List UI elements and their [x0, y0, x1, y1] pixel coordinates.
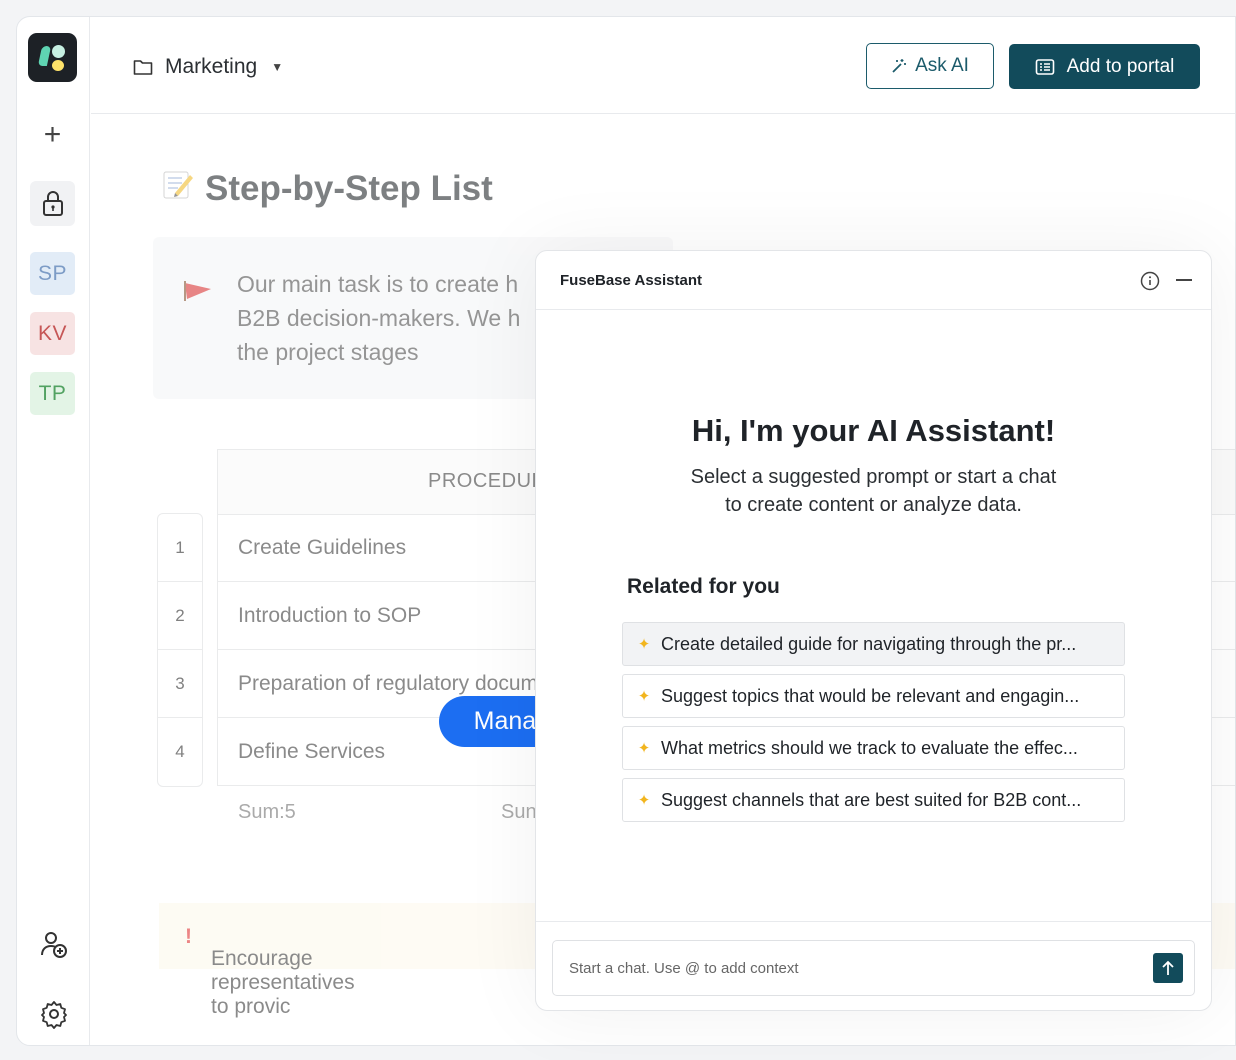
lock-icon[interactable]: [30, 181, 75, 226]
avatar-sp[interactable]: SP: [30, 252, 75, 295]
row-number: 2: [158, 582, 202, 650]
table-header-procedure: PROCEDUR: [428, 470, 547, 492]
ask-ai-button[interactable]: Ask AI: [866, 43, 994, 89]
sparkle-icon: ✦: [637, 740, 651, 757]
assistant-subtitle: Select a suggested prompt or start a cha…: [536, 463, 1211, 519]
page-title-text: Step-by-Step List: [205, 168, 493, 208]
suggestion-text: What metrics should we track to evaluate…: [661, 737, 1078, 758]
table-sum-2: Sun: [501, 801, 537, 823]
avatar-tp[interactable]: TP: [30, 372, 75, 415]
table-sum: Sum:5: [238, 801, 296, 823]
callout-line-2: B2B decision-makers. We h: [237, 305, 521, 331]
chat-placeholder: Start a chat. Use @ to add context: [569, 959, 799, 977]
exclamation-icon: !: [185, 925, 192, 948]
assistant-title: FuseBase Assistant: [560, 272, 703, 289]
portal-icon: [1035, 58, 1054, 75]
suggestion-item[interactable]: ✦ Create detailed guide for navigating t…: [622, 622, 1125, 666]
assistant-header: FuseBase Assistant: [536, 251, 1211, 310]
callout-line-3: the project stages: [237, 339, 419, 365]
gear-icon[interactable]: [39, 999, 69, 1029]
add-to-portal-button[interactable]: Add to portal: [1009, 44, 1200, 89]
row-number-column: 1 2 3 4: [157, 513, 203, 787]
suggestion-item[interactable]: ✦ Suggest channels that are best suited …: [622, 778, 1125, 822]
suggestion-item[interactable]: ✦ Suggest topics that would be relevant …: [622, 674, 1125, 718]
row-number: 1: [158, 514, 202, 582]
suggestion-text: Suggest channels that are best suited fo…: [661, 789, 1082, 810]
app-logo[interactable]: [28, 33, 77, 82]
assistant-subtitle-line-1: Select a suggested prompt or start a cha…: [690, 466, 1057, 488]
callout-line-1: Our main task is to create h: [237, 271, 519, 297]
chat-input[interactable]: Start a chat. Use @ to add context: [552, 940, 1195, 996]
add-to-portal-label: Add to portal: [1066, 55, 1175, 77]
minimize-icon[interactable]: [1176, 279, 1192, 281]
assistant-greeting: Hi, I'm your AI Assistant!: [691, 413, 1056, 448]
flag-icon: [184, 281, 211, 301]
suggestion-text: Suggest topics that would be relevant an…: [661, 685, 1080, 706]
add-icon[interactable]: +: [30, 112, 75, 157]
assistant-subtitle-line-2: to create content or analyze data.: [725, 494, 1022, 516]
folder-icon: [133, 60, 153, 75]
breadcrumb-label: Marketing: [165, 55, 258, 78]
row-number: 3: [158, 650, 202, 718]
sparkle-icon: ✦: [637, 688, 651, 705]
suggestion-item[interactable]: ✦ What metrics should we track to evalua…: [622, 726, 1125, 770]
ask-ai-label: Ask AI: [915, 55, 969, 76]
top-header: Marketing ▼ Ask AI Add to portal: [91, 17, 1235, 114]
assistant-panel: FuseBase Assistant Hi, I'm your AI Assis…: [535, 250, 1212, 1011]
warning-text: Encourage representatives to provic: [211, 947, 355, 1018]
row-number: 4: [175, 742, 185, 761]
memo-icon: [161, 167, 195, 210]
suggestion-text: Create detailed guide for navigating thr…: [661, 633, 1077, 654]
breadcrumb[interactable]: Marketing ▼: [133, 55, 283, 79]
avatar-kv[interactable]: KV: [30, 312, 75, 355]
chat-footer: Start a chat. Use @ to add context: [536, 921, 1211, 1010]
send-button[interactable]: [1153, 953, 1183, 983]
related-heading: Related for you: [627, 575, 780, 598]
magic-wand-icon: [892, 59, 907, 73]
sparkle-icon: ✦: [637, 636, 651, 653]
info-icon[interactable]: [1140, 271, 1160, 291]
page-title: Step-by-Step List: [161, 167, 493, 210]
sparkle-icon: ✦: [637, 792, 651, 809]
add-user-icon[interactable]: [39, 929, 69, 959]
arrow-up-icon: [1162, 960, 1174, 975]
caret-down-icon: ▼: [271, 60, 284, 74]
left-rail: + SP KV TP: [17, 17, 90, 1045]
